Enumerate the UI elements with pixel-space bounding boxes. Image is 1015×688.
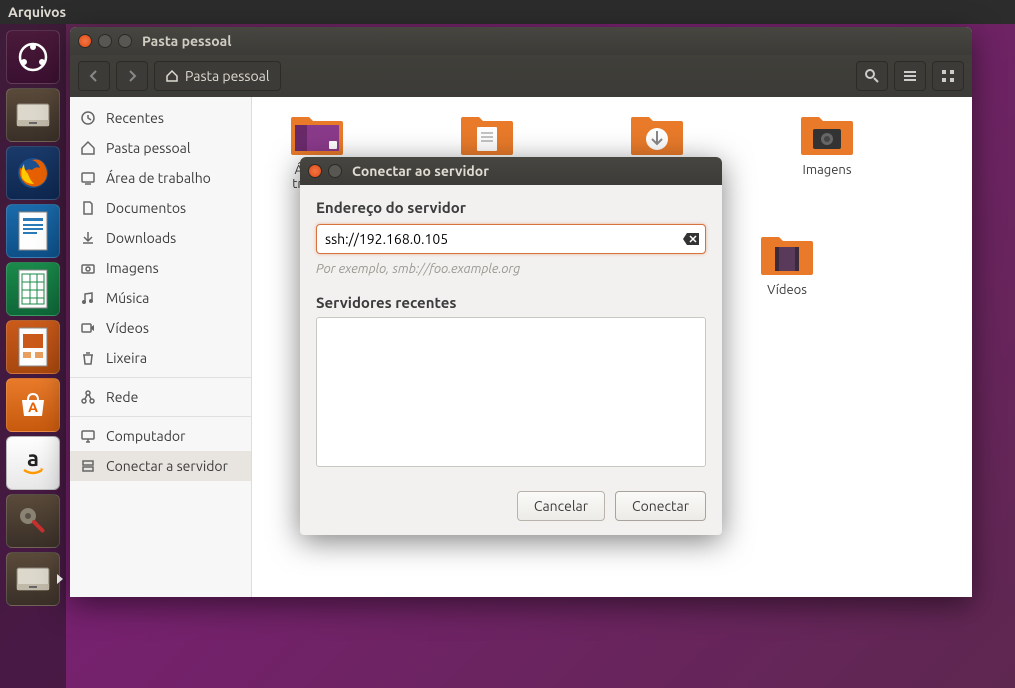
sidebar-label: Conectar a servidor (106, 458, 228, 474)
sidebar-item-music[interactable]: Música (70, 283, 251, 313)
launcher-settings[interactable] (6, 494, 60, 548)
clear-input-button[interactable] (682, 232, 700, 246)
window-title: Pasta pessoal (142, 33, 232, 49)
clock-icon (80, 110, 96, 126)
menubar: Arquivos (0, 0, 1015, 24)
dialog-title: Conectar ao servidor (352, 163, 489, 179)
home-icon (165, 69, 179, 83)
music-icon (80, 290, 96, 306)
dialog-close-button[interactable] (308, 164, 322, 178)
folder-pictures[interactable]: Imagens (782, 111, 872, 191)
dialog-window-controls (308, 164, 342, 178)
launcher-calc[interactable] (6, 262, 60, 316)
folder-icon (759, 231, 815, 277)
sidebar-item-pictures[interactable]: Imagens (70, 253, 251, 283)
separator (70, 377, 251, 378)
sidebar-label: Documentos (106, 200, 186, 216)
trash-icon (80, 350, 96, 366)
sidebar-item-connect-server[interactable]: Conectar a servidor (70, 451, 251, 481)
back-button[interactable] (78, 61, 110, 91)
folder-icon (799, 111, 855, 157)
launcher-firefox[interactable] (6, 146, 60, 200)
launcher-software[interactable]: A (6, 378, 60, 432)
address-label: Endereço do servidor (316, 199, 706, 216)
folder-videos[interactable]: Vídeos (742, 231, 832, 297)
launcher-amazon[interactable]: a (6, 436, 60, 490)
toolbar: Pasta pessoal (70, 55, 972, 97)
window-controls (78, 34, 132, 48)
backspace-icon (682, 232, 700, 246)
minimize-button[interactable] (98, 34, 112, 48)
document-icon (80, 200, 96, 216)
grid-icon (940, 68, 956, 84)
recent-servers-list[interactable] (316, 317, 706, 467)
sidebar-label: Pasta pessoal (106, 140, 191, 156)
sidebar-item-network[interactable]: Rede (70, 382, 251, 412)
network-icon (80, 389, 96, 405)
launcher-impress[interactable] (6, 320, 60, 374)
launcher-files-active[interactable] (6, 552, 60, 606)
sidebar: Recentes Pasta pessoal Área de trabalho … (70, 97, 252, 597)
connect-button[interactable]: Conectar (615, 491, 706, 521)
sidebar-item-downloads[interactable]: Downloads (70, 223, 251, 253)
separator (70, 416, 251, 417)
video-icon (80, 320, 96, 336)
launcher-dash[interactable] (6, 30, 60, 84)
server-address-input[interactable] (316, 224, 706, 254)
dialog-minimize-button[interactable] (328, 164, 342, 178)
sidebar-label: Área de trabalho (106, 170, 211, 186)
desktop-icon (80, 170, 96, 186)
sidebar-item-videos[interactable]: Vídeos (70, 313, 251, 343)
folder-icon (289, 111, 345, 157)
cancel-button[interactable]: Cancelar (517, 491, 605, 521)
titlebar: Pasta pessoal (70, 27, 972, 55)
list-view-button[interactable] (894, 61, 926, 91)
camera-icon (80, 260, 96, 276)
launcher: A a (0, 24, 66, 688)
list-icon (902, 68, 918, 84)
dialog-titlebar: Conectar ao servidor (300, 157, 722, 185)
sidebar-item-desktop[interactable]: Área de trabalho (70, 163, 251, 193)
sidebar-item-computer[interactable]: Computador (70, 421, 251, 451)
server-icon (80, 458, 96, 474)
sidebar-label: Vídeos (106, 320, 149, 336)
sidebar-label: Recentes (106, 110, 164, 126)
search-button[interactable] (856, 61, 888, 91)
sidebar-label: Imagens (106, 260, 159, 276)
menubar-app: Arquivos (8, 4, 66, 20)
sidebar-label: Downloads (106, 230, 176, 246)
download-icon (80, 230, 96, 246)
dialog-body: Endereço do servidor Por exemplo, smb://… (300, 185, 722, 481)
sidebar-item-documents[interactable]: Documentos (70, 193, 251, 223)
computer-icon (80, 428, 96, 444)
connect-server-dialog: Conectar ao servidor Endereço do servido… (300, 157, 722, 535)
sidebar-label: Lixeira (106, 350, 147, 366)
maximize-button[interactable] (118, 34, 132, 48)
sidebar-label: Rede (106, 389, 138, 405)
active-indicator-icon (57, 574, 63, 584)
dialog-buttons: Cancelar Conectar (300, 481, 722, 535)
launcher-files[interactable] (6, 88, 60, 142)
folder-label: Imagens (803, 163, 852, 177)
breadcrumb[interactable]: Pasta pessoal (154, 61, 281, 91)
grid-view-button[interactable] (932, 61, 964, 91)
recent-servers-label: Servidores recentes (316, 294, 706, 311)
launcher-writer[interactable] (6, 204, 60, 258)
folder-icon (629, 111, 685, 157)
address-hint: Por exemplo, smb://foo.example.org (316, 262, 706, 276)
sidebar-item-home[interactable]: Pasta pessoal (70, 133, 251, 163)
close-button[interactable] (78, 34, 92, 48)
forward-button[interactable] (116, 61, 148, 91)
search-icon (864, 68, 880, 84)
sidebar-item-trash[interactable]: Lixeira (70, 343, 251, 373)
svg-text:a: a (27, 446, 39, 471)
home-icon (80, 140, 96, 156)
breadcrumb-label: Pasta pessoal (185, 68, 270, 84)
sidebar-item-recent[interactable]: Recentes (70, 103, 251, 133)
sidebar-label: Computador (106, 428, 185, 444)
folder-label: Vídeos (767, 283, 807, 297)
svg-text:A: A (28, 399, 38, 415)
folder-icon (459, 111, 515, 157)
sidebar-label: Música (106, 290, 149, 306)
